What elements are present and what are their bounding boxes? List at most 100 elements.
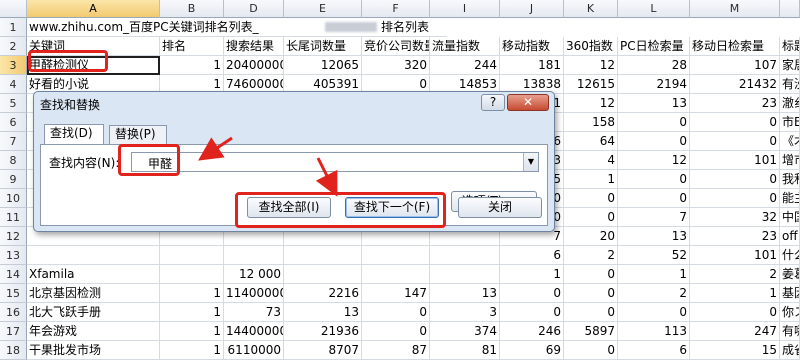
table-cell[interactable]: 247 [690,322,780,341]
column-title[interactable]: 标题 [780,37,800,56]
table-cell[interactable]: 1 [160,341,224,360]
find-all-button[interactable]: 查找全部(I) [247,197,331,218]
table-cell[interactable]: 23 [690,94,780,113]
close-window-button[interactable]: ✕ [507,94,549,111]
row-header[interactable]: 10 [0,189,27,208]
column-title[interactable]: 排名 [160,37,224,56]
table-cell[interactable]: 《才 [780,132,800,151]
table-cell[interactable] [362,265,430,284]
table-cell[interactable]: 8707 [284,341,362,360]
column-header-J[interactable]: J [500,0,564,18]
table-cell[interactable]: 12 [564,94,618,113]
table-cell[interactable]: 13 [618,94,690,113]
table-cell[interactable]: 2194 [618,75,690,94]
table-cell[interactable]: 1 [160,322,224,341]
table-cell[interactable] [284,246,362,265]
table-cell[interactable]: 12065 [284,56,362,75]
table-cell[interactable]: 20 [564,227,618,246]
table-cell[interactable]: 13 [430,284,500,303]
table-cell[interactable] [362,246,430,265]
table-cell[interactable] [430,265,500,284]
table-cell[interactable]: 0 [618,170,690,189]
select-all-corner[interactable] [0,0,27,18]
table-cell[interactable]: 什么 [780,246,800,265]
table-cell[interactable]: 13 [618,227,690,246]
table-cell[interactable]: 0 [500,284,564,303]
table-cell[interactable]: 12 [564,56,618,75]
table-cell[interactable]: 0 [618,113,690,132]
row-header[interactable]: 6 [0,113,27,132]
table-cell[interactable]: 12 000 [224,265,284,284]
table-cell[interactable] [284,265,362,284]
column-title[interactable]: 360指数 [564,37,618,56]
column-header-extra[interactable] [780,0,800,18]
column-title[interactable]: 关键词 [27,37,160,56]
column-title[interactable]: 长尾词数量 [284,37,362,56]
table-cell[interactable]: 0 [564,284,618,303]
table-cell[interactable] [160,246,224,265]
row-header[interactable]: 16 [0,303,27,322]
column-title[interactable]: 流量指数 [430,37,500,56]
table-cell[interactable]: 北大飞跃手册 [27,303,160,322]
row-header[interactable]: 2 [0,37,27,56]
table-cell[interactable]: 3 [430,303,500,322]
table-cell[interactable]: 北京基因检测 [27,284,160,303]
column-title[interactable]: 移动日检索量 [690,37,780,56]
table-cell[interactable]: 干果批发市场 [27,341,160,360]
column-header-L[interactable]: L [618,0,690,18]
table-cell[interactable]: 23 [690,227,780,246]
table-cell[interactable]: 4 [564,151,618,170]
table-cell[interactable]: 有没 [780,75,800,94]
table-cell[interactable]: 0 [564,303,618,322]
table-cell[interactable]: 113 [618,322,690,341]
row-header[interactable]: 7 [0,132,27,151]
table-cell[interactable]: 147 [362,284,430,303]
row-header[interactable]: 15 [0,284,27,303]
table-cell[interactable]: 1 [618,265,690,284]
column-header-E[interactable]: E [284,0,362,18]
table-cell[interactable]: 中国 [780,208,800,227]
table-cell[interactable]: 基因 [780,284,800,303]
table-cell[interactable]: 0 [564,208,618,227]
table-cell[interactable]: 6 [500,246,564,265]
table-cell[interactable]: 6110000 [224,341,284,360]
row-header[interactable]: 13 [0,246,27,265]
table-cell[interactable]: 87 [362,341,430,360]
table-cell[interactable]: 能主 [780,189,800,208]
table-cell[interactable]: 澈纟 [780,94,800,113]
chevron-down-icon[interactable]: ▼ [523,153,538,171]
table-cell[interactable]: 21936 [284,322,362,341]
table-cell[interactable]: 181 [500,56,564,75]
table-cell[interactable]: 0 [618,189,690,208]
table-cell[interactable]: 374 [430,322,500,341]
table-cell[interactable]: 1 [160,56,224,75]
table-cell[interactable]: 21432 [690,75,780,94]
help-button[interactable]: ? [481,94,505,111]
table-cell[interactable]: 2216 [284,284,362,303]
row-header[interactable]: 9 [0,170,27,189]
row-header[interactable]: 3 [0,56,27,75]
row-header[interactable]: 4 [0,75,27,94]
table-cell[interactable]: 0 [362,303,430,322]
table-cell[interactable]: 12 [618,151,690,170]
find-what-input[interactable]: 甲醛 ▼ [131,152,539,172]
table-cell[interactable]: 12615 [564,75,618,94]
close-button[interactable]: 关闭 [458,197,542,218]
table-cell[interactable] [224,246,284,265]
row-header[interactable]: 8 [0,151,27,170]
table-cell[interactable]: 1 [690,284,780,303]
column-header-K[interactable]: K [564,0,618,18]
table-cell[interactable]: 1 [500,265,564,284]
column-header-B[interactable]: B [160,0,224,18]
table-cell[interactable]: 2 [618,284,690,303]
column-title[interactable]: 移动指数 [500,37,564,56]
table-cell[interactable]: 20400000 [224,56,284,75]
table-cell[interactable]: 246 [500,322,564,341]
tab-find[interactable]: 查找(D) [44,124,104,145]
table-cell[interactable]: 0 [362,322,430,341]
table-cell[interactable]: 13 [284,303,362,322]
table-cell[interactable]: 增市 [780,151,800,170]
column-header-A[interactable]: A [27,0,160,18]
tab-replace[interactable]: 替换(P) [109,125,167,144]
active-cell[interactable]: 甲醛检测仪 [27,56,160,75]
